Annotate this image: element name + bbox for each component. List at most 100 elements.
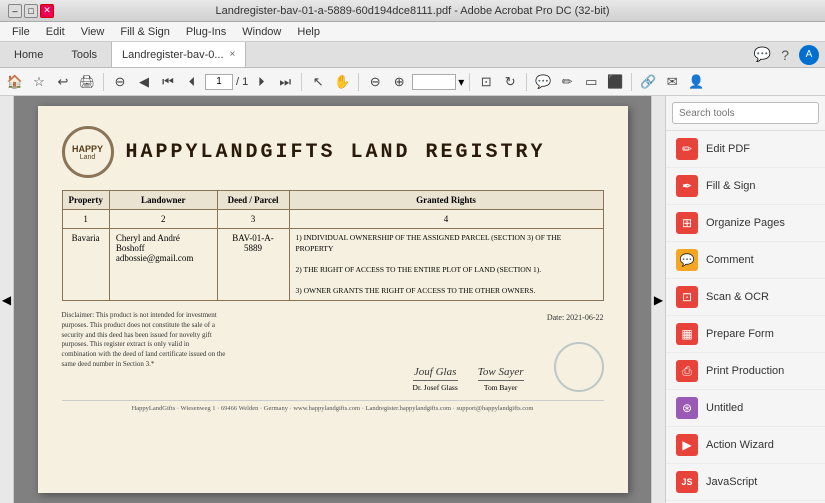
tool-fill-sign[interactable]: ✒ Fill & Sign: [666, 168, 825, 205]
rotate-icon[interactable]: ↻: [499, 71, 521, 93]
sig2-label: Tom Bayer: [478, 383, 524, 392]
untitled-icon: ⊛: [676, 397, 698, 419]
zoom-out-icon[interactable]: ⊖: [109, 71, 131, 93]
title-bar: – □ ✕ Landregister-bav-01-a-5889-60d194d…: [0, 0, 825, 22]
menu-file[interactable]: File: [4, 24, 38, 40]
row-num-2: 2: [109, 210, 217, 229]
menu-plugins[interactable]: Plug-Ins: [178, 24, 234, 40]
separator-3: [358, 73, 359, 91]
bookmark-icon[interactable]: ☆: [28, 71, 50, 93]
menu-edit[interactable]: Edit: [38, 24, 73, 40]
tool-organize-pages[interactable]: ⊞ Organize Pages: [666, 205, 825, 242]
share-icon[interactable]: 👤: [685, 71, 707, 93]
pdf-disclaimer: Disclaimer: This product is not intended…: [62, 311, 226, 370]
row-num-4: 4: [289, 210, 603, 229]
print-production-label: Print Production: [706, 365, 784, 377]
prev-icon[interactable]: ⏴: [181, 71, 203, 93]
stamp-icon[interactable]: ⬛: [604, 71, 626, 93]
rewind-icon[interactable]: ⏮: [157, 71, 179, 93]
fill-sign-label: Fill & Sign: [706, 180, 756, 192]
cursor-icon[interactable]: ↖: [307, 71, 329, 93]
chat-icon[interactable]: 💬: [754, 46, 771, 63]
page-input[interactable]: 1: [205, 74, 233, 90]
tools-search-container: [666, 96, 825, 131]
tab-doc-label: Landregister-bav-0...: [122, 49, 224, 61]
col-property: Property: [62, 191, 109, 210]
tab-bar: Home Tools Landregister-bav-0... × 💬 ? A: [0, 42, 825, 68]
prev-page-icon[interactable]: ◀: [133, 71, 155, 93]
left-nav-arrow[interactable]: ◀: [0, 96, 14, 503]
edit-pdf-label: Edit PDF: [706, 143, 750, 155]
fit-page-icon[interactable]: ⊡: [475, 71, 497, 93]
separator-5: [526, 73, 527, 91]
tools-search-input[interactable]: [672, 102, 819, 124]
tool-edit-pdf[interactable]: ✏ Edit PDF: [666, 131, 825, 168]
chevron-right-icon: ▶: [654, 293, 663, 307]
forward-icon[interactable]: ⏭: [274, 71, 296, 93]
tool-action-wizard[interactable]: ▶ Action Wizard: [666, 427, 825, 464]
menu-bar: File Edit View Fill & Sign Plug-Ins Wind…: [0, 22, 825, 42]
tab-home[interactable]: Home: [0, 42, 57, 67]
back-icon[interactable]: ↩: [52, 71, 74, 93]
menu-help[interactable]: Help: [289, 24, 328, 40]
home-icon[interactable]: 🏠: [4, 71, 26, 93]
separator-1: [103, 73, 104, 91]
comment-label: Comment: [706, 254, 754, 266]
comment-icon[interactable]: 💬: [532, 71, 554, 93]
landowner-email: adbossie@gmail.com: [116, 253, 194, 263]
pencil-icon[interactable]: ✏: [556, 71, 578, 93]
action-wizard-icon: ▶: [676, 434, 698, 456]
page-total: 1: [242, 76, 248, 88]
organize-pages-icon: ⊞: [676, 212, 698, 234]
tool-comment[interactable]: 💬 Comment: [666, 242, 825, 279]
link-icon[interactable]: 🔗: [637, 71, 659, 93]
cell-deed: BAV-01-A-5889: [217, 229, 289, 301]
print-icon[interactable]: 🖨: [76, 71, 98, 93]
pdf-canvas[interactable]: HAPPY Land HAPPYLANDGIFTS LAND REGISTRY …: [14, 96, 651, 503]
tool-javascript[interactable]: JS JavaScript: [666, 464, 825, 501]
scan-ocr-icon: ⊡: [676, 286, 698, 308]
cell-property: Bavaria: [62, 229, 109, 301]
signature-1: Jouf Glas Dr. Josef Glass: [413, 366, 458, 392]
separator-2: [301, 73, 302, 91]
main-area: ◀ HAPPY Land HAPPYLANDGIFTS LAND REGISTR…: [0, 96, 825, 503]
menu-fill-sign[interactable]: Fill & Sign: [112, 24, 178, 40]
zoom-plus-icon[interactable]: ⊕: [388, 71, 410, 93]
help-icon[interactable]: ?: [781, 47, 789, 63]
tab-doc-close[interactable]: ×: [230, 49, 236, 60]
close-button[interactable]: ✕: [40, 4, 54, 18]
row-num-1: 1: [62, 210, 109, 229]
separator-4: [469, 73, 470, 91]
menu-view[interactable]: View: [73, 24, 113, 40]
print-production-icon: ⎙: [676, 360, 698, 382]
tool-prepare-form[interactable]: ▦ Prepare Form: [666, 316, 825, 353]
tool-scan-ocr[interactable]: ⊡ Scan & OCR: [666, 279, 825, 316]
zoom-minus-icon[interactable]: ⊖: [364, 71, 386, 93]
zoom-dropdown-icon[interactable]: ▾: [458, 75, 464, 89]
mail-icon[interactable]: ✉: [661, 71, 683, 93]
tab-document[interactable]: Landregister-bav-0... ×: [111, 42, 246, 67]
scan-ocr-label: Scan & OCR: [706, 291, 769, 303]
logo-land: Land: [80, 154, 96, 161]
col-deed: Deed / Parcel: [217, 191, 289, 210]
tool-print-production[interactable]: ⎙ Print Production: [666, 353, 825, 390]
zoom-control: 100% ▾: [412, 74, 464, 90]
cell-landowner: Cheryl and André Boshoff adbossie@gmail.…: [109, 229, 217, 301]
menu-window[interactable]: Window: [234, 24, 289, 40]
right-nav-arrow[interactable]: ▶: [651, 96, 665, 503]
maximize-button[interactable]: □: [24, 4, 38, 18]
page-indicator: 1 / 1: [205, 74, 248, 90]
user-avatar[interactable]: A: [799, 45, 819, 65]
col-landowner: Landowner: [109, 191, 217, 210]
next-icon[interactable]: ⏵: [250, 71, 272, 93]
zoom-input[interactable]: 100%: [412, 74, 456, 90]
tool-untitled[interactable]: ⊛ Untitled: [666, 390, 825, 427]
logo-happy: HAPPY: [72, 144, 103, 154]
pdf-footer: HappyLandGifts · Wiesenweg 1 · 69466 Wel…: [62, 400, 604, 412]
highlight-icon[interactable]: ▭: [580, 71, 602, 93]
minimize-button[interactable]: –: [8, 4, 22, 18]
comment-tool-icon: 💬: [676, 249, 698, 271]
page-separator: /: [236, 76, 239, 88]
hand-icon[interactable]: ✋: [331, 71, 353, 93]
tab-tools[interactable]: Tools: [57, 42, 111, 67]
